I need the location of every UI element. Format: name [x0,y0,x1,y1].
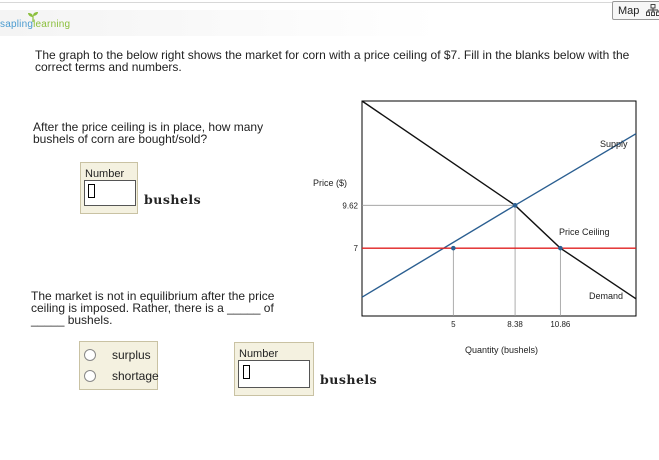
series-label-supply: Supply [600,139,628,149]
market-chart: Price ($) Quantity (bushels) Supply Price… [313,100,637,355]
key-point-2 [558,245,563,251]
key-point-1 [451,245,456,251]
y-tick-label: 7 [354,244,359,253]
plot-area [361,100,637,317]
x-tick-label: 10.86 [550,320,571,329]
series-line-supply [361,133,637,298]
series-label-demand: Demand [589,291,623,301]
series-line-demand [361,100,637,300]
x-tick-label: 5 [451,320,456,329]
series-label-price-ceiling: Price Ceiling [559,227,610,237]
y-axis-label: Price ($) [313,178,347,188]
key-point-0 [512,203,518,208]
x-axis-label: Quantity (bushels) [465,345,538,355]
y-tick-label: 9.62 [342,201,358,210]
x-tick-label: 8.38 [507,320,523,329]
